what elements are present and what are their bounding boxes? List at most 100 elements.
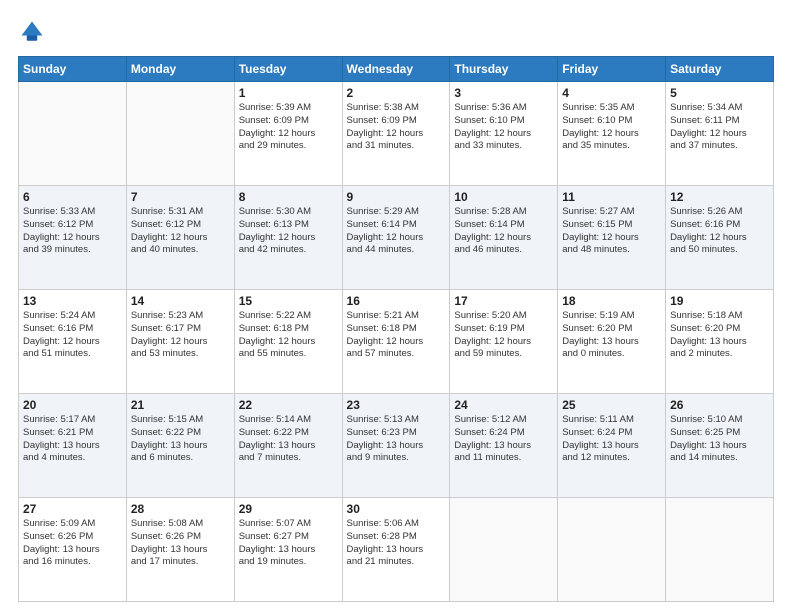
logo xyxy=(18,18,50,46)
day-number: 14 xyxy=(131,294,230,308)
calendar-cell: 21 Sunrise: 5:15 AM Sunset: 6:22 PM Dayli… xyxy=(126,394,234,498)
calendar-cell: 5 Sunrise: 5:34 AM Sunset: 6:11 PM Daylig… xyxy=(666,82,774,186)
day-info: Sunrise: 5:38 AM Sunset: 6:09 PM Dayligh… xyxy=(347,102,446,153)
day-info: Sunrise: 5:23 AM Sunset: 6:17 PM Dayligh… xyxy=(131,310,230,361)
calendar-cell xyxy=(450,498,558,602)
day-info: Sunrise: 5:28 AM Sunset: 6:14 PM Dayligh… xyxy=(454,206,553,257)
calendar-cell: 6 Sunrise: 5:33 AM Sunset: 6:12 PM Daylig… xyxy=(19,186,127,290)
day-number: 21 xyxy=(131,398,230,412)
calendar-cell: 9 Sunrise: 5:29 AM Sunset: 6:14 PM Daylig… xyxy=(342,186,450,290)
day-number: 5 xyxy=(670,86,769,100)
calendar-cell: 1Sunrise: 5:39 AM Sunset: 6:09 PM Daylig… xyxy=(234,82,342,186)
day-info: Sunrise: 5:18 AM Sunset: 6:20 PM Dayligh… xyxy=(670,310,769,361)
calendar-cell: 17 Sunrise: 5:20 AM Sunset: 6:19 PM Dayli… xyxy=(450,290,558,394)
calendar-cell: 29 Sunrise: 5:07 AM Sunset: 6:27 PM Dayli… xyxy=(234,498,342,602)
day-number: 23 xyxy=(347,398,446,412)
day-number: 18 xyxy=(562,294,661,308)
calendar-cell: 14 Sunrise: 5:23 AM Sunset: 6:17 PM Dayli… xyxy=(126,290,234,394)
day-info: Sunrise: 5:11 AM Sunset: 6:24 PM Dayligh… xyxy=(562,414,661,465)
calendar-header-thursday: Thursday xyxy=(450,57,558,82)
calendar-cell: 30 Sunrise: 5:06 AM Sunset: 6:28 PM Dayli… xyxy=(342,498,450,602)
calendar-cell: 11 Sunrise: 5:27 AM Sunset: 6:15 PM Dayli… xyxy=(558,186,666,290)
calendar-cell xyxy=(19,82,127,186)
day-info: Sunrise: 5:24 AM Sunset: 6:16 PM Dayligh… xyxy=(23,310,122,361)
day-number: 15 xyxy=(239,294,338,308)
calendar-cell: 23 Sunrise: 5:13 AM Sunset: 6:23 PM Dayli… xyxy=(342,394,450,498)
calendar-cell: 10Sunrise: 5:28 AM Sunset: 6:14 PM Dayli… xyxy=(450,186,558,290)
day-number: 4 xyxy=(562,86,661,100)
calendar-header-tuesday: Tuesday xyxy=(234,57,342,82)
day-number: 27 xyxy=(23,502,122,516)
calendar-cell: 15 Sunrise: 5:22 AM Sunset: 6:18 PM Dayli… xyxy=(234,290,342,394)
calendar-cell: 25Sunrise: 5:11 AM Sunset: 6:24 PM Dayli… xyxy=(558,394,666,498)
calendar-cell: 19 Sunrise: 5:18 AM Sunset: 6:20 PM Dayli… xyxy=(666,290,774,394)
calendar-header-sunday: Sunday xyxy=(19,57,127,82)
calendar-cell: 2 Sunrise: 5:38 AM Sunset: 6:09 PM Daylig… xyxy=(342,82,450,186)
day-number: 9 xyxy=(347,190,446,204)
day-number: 11 xyxy=(562,190,661,204)
calendar-cell xyxy=(126,82,234,186)
day-info: Sunrise: 5:09 AM Sunset: 6:26 PM Dayligh… xyxy=(23,518,122,569)
calendar-cell: 13 Sunrise: 5:24 AM Sunset: 6:16 PM Dayli… xyxy=(19,290,127,394)
day-info: Sunrise: 5:36 AM Sunset: 6:10 PM Dayligh… xyxy=(454,102,553,153)
calendar-header-wednesday: Wednesday xyxy=(342,57,450,82)
day-info: Sunrise: 5:27 AM Sunset: 6:15 PM Dayligh… xyxy=(562,206,661,257)
day-info: Sunrise: 5:14 AM Sunset: 6:22 PM Dayligh… xyxy=(239,414,338,465)
day-info: Sunrise: 5:31 AM Sunset: 6:12 PM Dayligh… xyxy=(131,206,230,257)
day-number: 16 xyxy=(347,294,446,308)
day-info: Sunrise: 5:34 AM Sunset: 6:11 PM Dayligh… xyxy=(670,102,769,153)
calendar-cell: 27 Sunrise: 5:09 AM Sunset: 6:26 PM Dayli… xyxy=(19,498,127,602)
day-info: Sunrise: 5:12 AM Sunset: 6:24 PM Dayligh… xyxy=(454,414,553,465)
header xyxy=(18,18,774,46)
day-number: 7 xyxy=(131,190,230,204)
day-number: 19 xyxy=(670,294,769,308)
day-number: 17 xyxy=(454,294,553,308)
day-number: 29 xyxy=(239,502,338,516)
day-info: Sunrise: 5:20 AM Sunset: 6:19 PM Dayligh… xyxy=(454,310,553,361)
day-info: Sunrise: 5:22 AM Sunset: 6:18 PM Dayligh… xyxy=(239,310,338,361)
calendar-cell: 7 Sunrise: 5:31 AM Sunset: 6:12 PM Daylig… xyxy=(126,186,234,290)
calendar-week-row: 20 Sunrise: 5:17 AM Sunset: 6:21 PM Dayli… xyxy=(19,394,774,498)
day-number: 30 xyxy=(347,502,446,516)
calendar-week-row: 1Sunrise: 5:39 AM Sunset: 6:09 PM Daylig… xyxy=(19,82,774,186)
calendar-header-row: SundayMondayTuesdayWednesdayThursdayFrid… xyxy=(19,57,774,82)
day-number: 26 xyxy=(670,398,769,412)
calendar-cell: 18 Sunrise: 5:19 AM Sunset: 6:20 PM Dayli… xyxy=(558,290,666,394)
logo-icon xyxy=(18,18,46,46)
calendar-header-monday: Monday xyxy=(126,57,234,82)
calendar-week-row: 13 Sunrise: 5:24 AM Sunset: 6:16 PM Dayli… xyxy=(19,290,774,394)
day-number: 2 xyxy=(347,86,446,100)
day-info: Sunrise: 5:35 AM Sunset: 6:10 PM Dayligh… xyxy=(562,102,661,153)
calendar-cell: 12Sunrise: 5:26 AM Sunset: 6:16 PM Dayli… xyxy=(666,186,774,290)
calendar-cell: 22 Sunrise: 5:14 AM Sunset: 6:22 PM Dayli… xyxy=(234,394,342,498)
day-info: Sunrise: 5:33 AM Sunset: 6:12 PM Dayligh… xyxy=(23,206,122,257)
day-info: Sunrise: 5:07 AM Sunset: 6:27 PM Dayligh… xyxy=(239,518,338,569)
calendar-cell xyxy=(666,498,774,602)
calendar-cell: 28Sunrise: 5:08 AM Sunset: 6:26 PM Dayli… xyxy=(126,498,234,602)
calendar-cell: 24 Sunrise: 5:12 AM Sunset: 6:24 PM Dayli… xyxy=(450,394,558,498)
day-info: Sunrise: 5:13 AM Sunset: 6:23 PM Dayligh… xyxy=(347,414,446,465)
day-number: 13 xyxy=(23,294,122,308)
day-info: Sunrise: 5:06 AM Sunset: 6:28 PM Dayligh… xyxy=(347,518,446,569)
calendar-cell xyxy=(558,498,666,602)
day-number: 28 xyxy=(131,502,230,516)
day-number: 8 xyxy=(239,190,338,204)
day-number: 20 xyxy=(23,398,122,412)
day-info: Sunrise: 5:29 AM Sunset: 6:14 PM Dayligh… xyxy=(347,206,446,257)
calendar-cell: 4 Sunrise: 5:35 AM Sunset: 6:10 PM Daylig… xyxy=(558,82,666,186)
day-number: 22 xyxy=(239,398,338,412)
calendar-header-saturday: Saturday xyxy=(666,57,774,82)
day-number: 12 xyxy=(670,190,769,204)
day-info: Sunrise: 5:17 AM Sunset: 6:21 PM Dayligh… xyxy=(23,414,122,465)
calendar-cell: 3 Sunrise: 5:36 AM Sunset: 6:10 PM Daylig… xyxy=(450,82,558,186)
day-number: 1 xyxy=(239,86,338,100)
calendar-cell: 20 Sunrise: 5:17 AM Sunset: 6:21 PM Dayli… xyxy=(19,394,127,498)
day-info: Sunrise: 5:21 AM Sunset: 6:18 PM Dayligh… xyxy=(347,310,446,361)
day-number: 3 xyxy=(454,86,553,100)
calendar-header-friday: Friday xyxy=(558,57,666,82)
day-number: 6 xyxy=(23,190,122,204)
day-number: 24 xyxy=(454,398,553,412)
day-info: Sunrise: 5:15 AM Sunset: 6:22 PM Dayligh… xyxy=(131,414,230,465)
calendar-cell: 16 Sunrise: 5:21 AM Sunset: 6:18 PM Dayli… xyxy=(342,290,450,394)
day-info: Sunrise: 5:19 AM Sunset: 6:20 PM Dayligh… xyxy=(562,310,661,361)
